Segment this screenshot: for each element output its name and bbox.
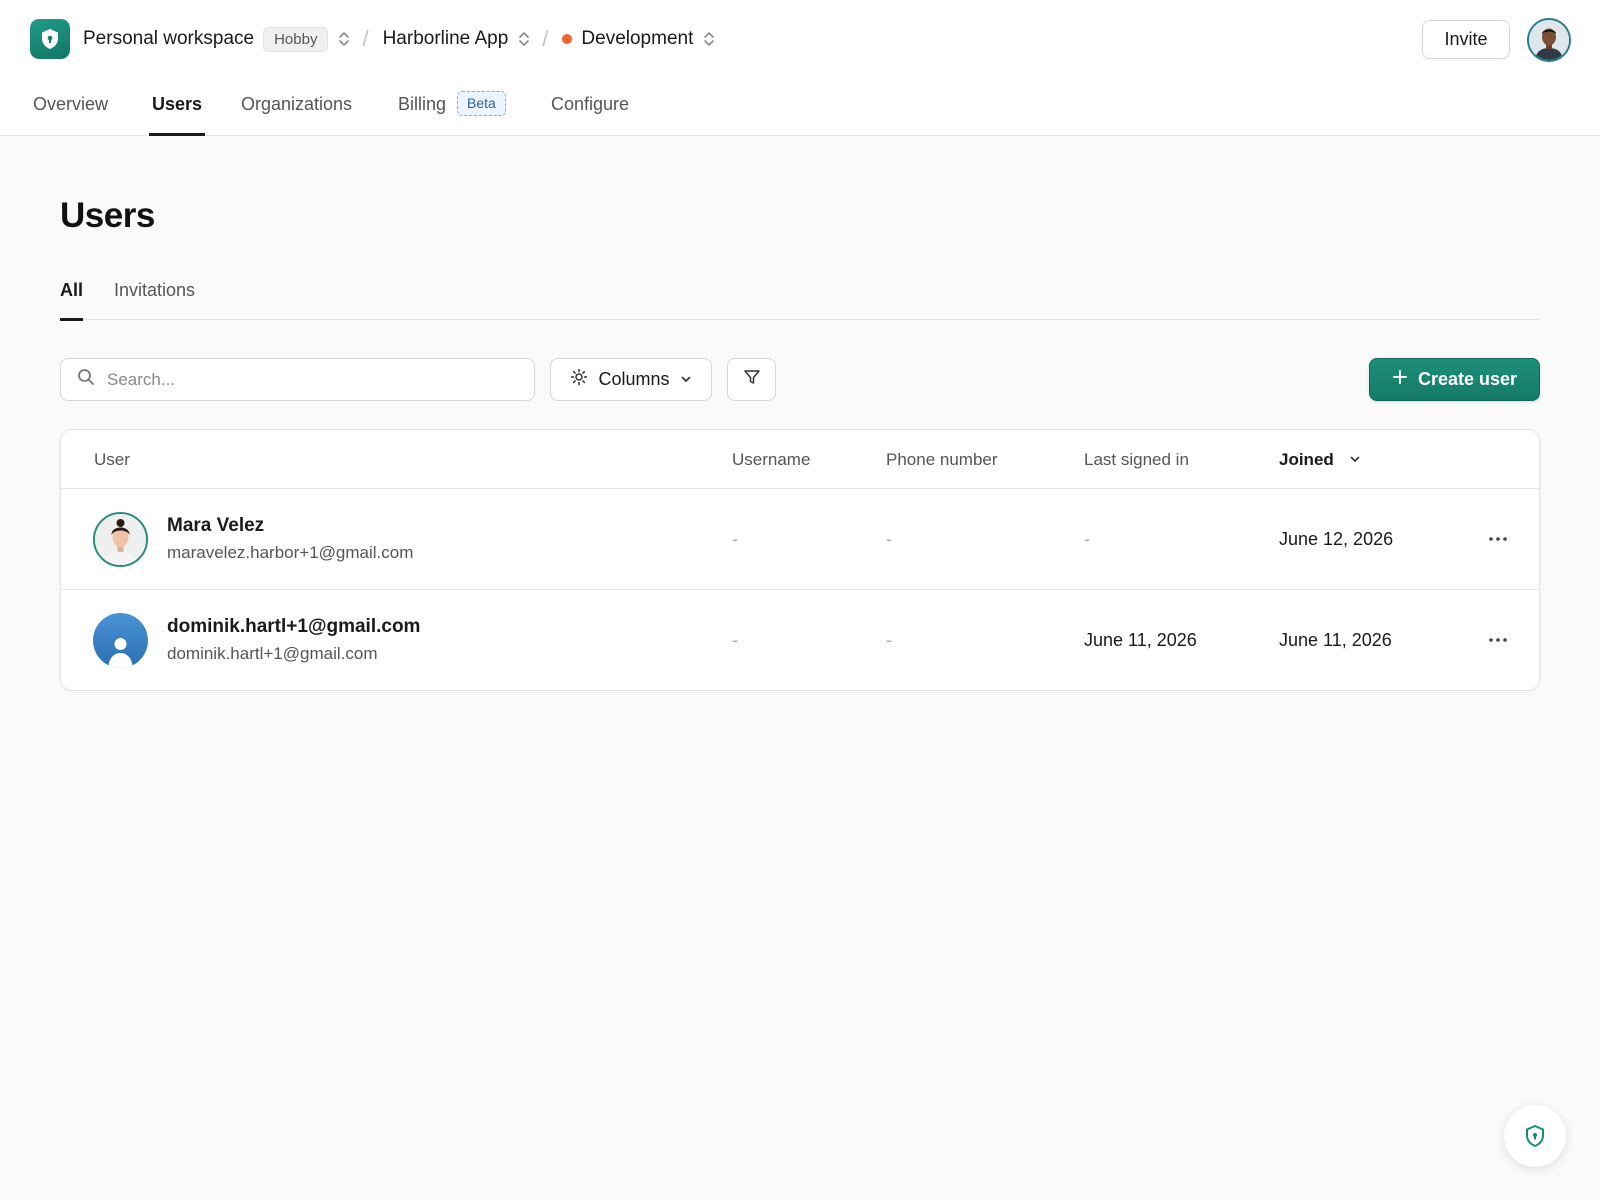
columns-button[interactable]: Columns xyxy=(550,358,712,401)
workspace-name[interactable]: Personal workspace xyxy=(83,28,254,50)
column-header-phone-number: Phone number xyxy=(886,450,998,469)
subtab-bar: All Invitations xyxy=(60,274,1540,321)
environment-name[interactable]: Development xyxy=(581,28,693,50)
environment-status-dot xyxy=(562,34,573,44)
breadcrumb: Personal workspace Hobby / Harborline Ap… xyxy=(30,19,715,59)
filter-icon xyxy=(743,368,761,391)
subtab-invitations[interactable]: Invitations xyxy=(114,274,195,320)
breadcrumb-separator: / xyxy=(362,26,369,51)
app-logo-shield-icon[interactable] xyxy=(30,19,70,59)
last-signed-in-cell: June 11, 2026 xyxy=(1084,630,1197,650)
subtab-all[interactable]: All xyxy=(60,274,84,321)
joined-cell: June 12, 2026 xyxy=(1279,529,1394,549)
tab-billing[interactable]: Billing Beta xyxy=(398,80,506,136)
gear-icon xyxy=(570,368,588,391)
top-bar: Personal workspace Hobby / Harborline Ap… xyxy=(0,0,1600,136)
plan-badge: Hobby xyxy=(263,26,329,52)
create-user-label: Create user xyxy=(1417,369,1518,389)
user-email: dominik.hartl+1@gmail.com xyxy=(167,644,378,663)
user-email: maravelez.harbor+1@gmail.com xyxy=(167,543,414,562)
sort-chevron-down-icon xyxy=(1349,450,1361,469)
create-user-button[interactable]: Create user xyxy=(1369,358,1540,401)
workspace-switcher-chevron-up-down-icon[interactable] xyxy=(338,30,350,48)
username-cell: - xyxy=(732,529,738,549)
table-row[interactable]: Mara Velez maravelez.harbor+1@gmail.com … xyxy=(61,489,1539,590)
beta-badge: Beta xyxy=(457,90,506,116)
last-signed-in-cell: - xyxy=(1084,529,1090,549)
phone-cell: - xyxy=(886,529,892,549)
username-cell: - xyxy=(732,630,738,650)
app-name[interactable]: Harborline App xyxy=(383,28,509,50)
user-avatar-default-icon xyxy=(93,613,148,668)
account-avatar[interactable] xyxy=(1527,18,1571,62)
phone-cell: - xyxy=(886,630,892,650)
page-title: Users xyxy=(60,196,155,235)
columns-label: Columns xyxy=(598,369,670,389)
main-nav: Overview Users Organizations Billing Beta… xyxy=(0,80,1600,136)
search-box[interactable] xyxy=(60,358,535,401)
breadcrumb-separator: / xyxy=(542,26,549,51)
users-table: User Username Phone number Last signed i… xyxy=(60,429,1540,691)
tab-users[interactable]: Users xyxy=(148,80,206,136)
row-actions-more-horizontal-icon[interactable] xyxy=(1486,527,1510,551)
joined-cell: June 11, 2026 xyxy=(1279,630,1392,650)
tab-overview[interactable]: Overview xyxy=(33,80,108,136)
user-name: Mara Velez xyxy=(167,515,265,536)
environment-switcher-chevron-up-down-icon[interactable] xyxy=(703,30,715,48)
chevron-down-icon xyxy=(680,369,692,390)
column-header-user: User xyxy=(94,450,130,469)
column-header-last-signed-in: Last signed in xyxy=(1084,450,1189,469)
row-actions-more-horizontal-icon[interactable] xyxy=(1486,628,1510,652)
tab-organizations[interactable]: Organizations xyxy=(241,80,352,136)
search-input[interactable] xyxy=(107,369,507,390)
search-icon xyxy=(77,368,95,391)
column-header-username: Username xyxy=(732,450,811,469)
filter-button[interactable] xyxy=(727,358,776,401)
table-header: User Username Phone number Last signed i… xyxy=(61,430,1539,489)
column-header-joined[interactable]: Joined xyxy=(1279,430,1361,489)
table-row[interactable]: dominik.hartl+1@gmail.com dominik.hartl+… xyxy=(61,590,1539,690)
floating-help-shield-icon[interactable] xyxy=(1504,1105,1566,1167)
tab-billing-label: Billing xyxy=(398,94,447,114)
tab-configure[interactable]: Configure xyxy=(551,80,629,136)
user-avatar xyxy=(93,512,148,567)
app-switcher-chevron-up-down-icon[interactable] xyxy=(518,30,530,48)
column-header-joined-label: Joined xyxy=(1279,450,1334,469)
plus-icon xyxy=(1392,369,1408,390)
user-name: dominik.hartl+1@gmail.com xyxy=(167,616,421,637)
invite-button[interactable]: Invite xyxy=(1422,20,1510,59)
